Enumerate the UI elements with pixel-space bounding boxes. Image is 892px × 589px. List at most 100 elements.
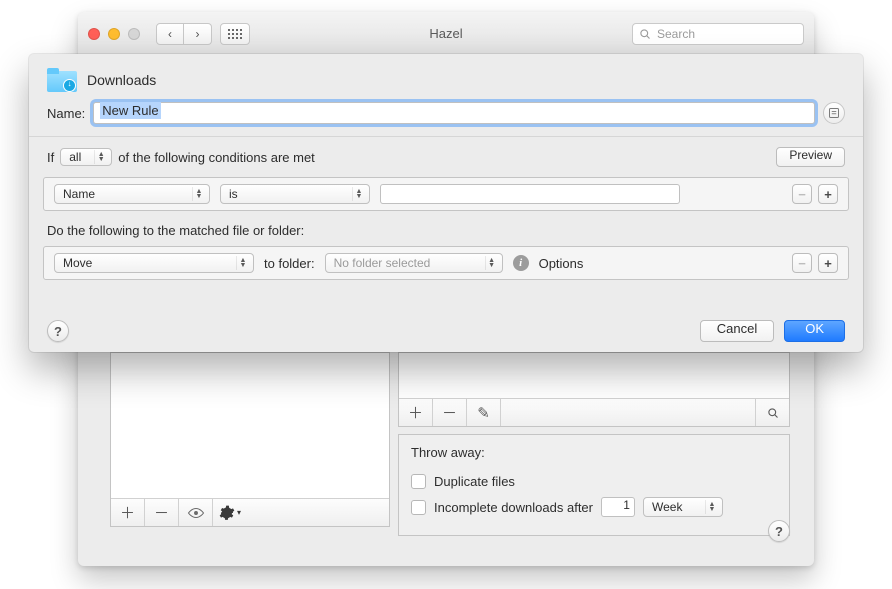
minus-icon: － [154,502,169,523]
stepper-icon: ▲▼ [94,150,107,164]
condition-operator-select[interactable]: is ▲▼ [220,184,370,204]
incomplete-downloads-value[interactable]: 1 [601,497,635,517]
action-destination-value: No folder selected [334,256,431,270]
chevron-down-icon: ▾ [237,508,241,517]
rules-list-footer: ＋ － ✎ [399,398,789,426]
match-scope-value: all [69,150,81,164]
ok-button[interactable]: OK [784,320,845,342]
forward-button[interactable]: › [184,23,212,45]
folder-icon [47,68,77,92]
chevron-left-icon: ‹ [168,27,172,41]
add-action-button[interactable]: + [818,253,838,273]
note-icon [828,107,840,119]
pencil-icon: ✎ [477,404,490,422]
throw-away-panel: Throw away: Duplicate files Incomplete d… [398,434,790,536]
folder-actions-menu[interactable]: ▾ [213,499,247,526]
rule-name-input[interactable]: New Rule [93,102,815,124]
sheet-footer: ? Cancel OK [29,310,863,352]
cancel-button[interactable]: Cancel [700,320,774,342]
remove-rule-button[interactable]: － [433,399,467,426]
action-verb-value: Move [63,256,92,270]
plus-icon: ＋ [408,402,423,423]
sheet-help-button[interactable]: ? [47,320,69,342]
minus-icon: － [442,402,457,423]
duplicate-files-label: Duplicate files [434,474,515,489]
action-row: Move ▲▼ to folder: No folder selected ▲▼… [43,246,849,280]
gear-icon [219,505,235,521]
question-icon: ? [775,524,783,539]
search-placeholder: Search [657,27,695,41]
if-suffix-label: of the following conditions are met [118,150,315,165]
remove-action-button[interactable]: − [792,253,812,273]
action-destination-select[interactable]: No folder selected ▲▼ [325,253,503,273]
chevron-right-icon: › [196,27,200,41]
ok-label: OK [805,321,824,336]
stepper-icon: ▲▼ [352,187,365,201]
condition-operator-value: is [229,187,238,201]
grid-icon [228,29,242,39]
remove-condition-button[interactable]: − [792,184,812,204]
eye-icon [187,507,205,519]
info-icon: i [513,255,529,271]
sheet-folder-name: Downloads [87,72,156,88]
rule-name-value: New Rule [100,102,160,119]
condition-value-input[interactable] [380,184,680,204]
search-icon [767,407,779,419]
actions-header-label: Do the following to the matched file or … [29,211,863,246]
minus-icon: − [798,256,806,271]
minus-icon: − [798,187,806,202]
conditions-header-row: If all ▲▼ of the following conditions ar… [29,137,863,177]
download-badge-icon [64,80,75,91]
duplicate-files-checkbox[interactable] [411,474,426,489]
action-verb-select[interactable]: Move ▲▼ [54,253,254,273]
stepper-icon: ▲▼ [236,256,249,270]
folders-list[interactable]: ＋ － ▾ [110,352,390,527]
show-all-button[interactable] [220,23,250,45]
add-condition-button[interactable]: + [818,184,838,204]
throw-away-heading: Throw away: [411,445,777,460]
add-rule-button[interactable]: ＋ [399,399,433,426]
if-label: If [47,150,54,165]
action-options-button[interactable]: Options [539,256,584,271]
preview-label: Preview [789,148,832,162]
remove-folder-button[interactable]: － [145,499,179,526]
stepper-icon: ▲▼ [485,256,498,270]
cancel-label: Cancel [717,321,757,336]
nav-buttons: ‹ › [156,23,212,45]
minimize-window-button[interactable] [108,28,120,40]
condition-attribute-select[interactable]: Name ▲▼ [54,184,210,204]
add-folder-button[interactable]: ＋ [111,499,145,526]
rules-list[interactable]: ＋ － ✎ [398,352,790,427]
rule-editor-sheet: Downloads Name: New Rule If all ▲▼ of th… [29,54,863,352]
condition-row: Name ▲▼ is ▲▼ − + [43,177,849,211]
zoom-window-button[interactable] [128,28,140,40]
titlebar: ‹ › Hazel Search [78,12,814,56]
search-icon [639,28,651,40]
preview-folder-button[interactable] [179,499,213,526]
plus-icon: + [824,256,832,271]
edit-rule-button[interactable]: ✎ [467,399,501,426]
preview-button[interactable]: Preview [776,147,845,167]
condition-attribute-value: Name [63,187,95,201]
rule-name-row: Name: New Rule [29,102,863,136]
match-scope-select[interactable]: all ▲▼ [60,148,112,166]
rule-notes-button[interactable] [823,102,845,124]
back-button[interactable]: ‹ [156,23,184,45]
question-icon: ? [54,324,62,339]
incomplete-downloads-label: Incomplete downloads after [434,500,593,515]
close-window-button[interactable] [88,28,100,40]
sheet-header: Downloads [29,54,863,102]
action-to-label: to folder: [264,256,315,271]
stepper-icon: ▲▼ [192,187,205,201]
rule-name-label: Name: [47,106,85,121]
folders-list-footer: ＋ － ▾ [111,498,389,526]
window-controls [88,28,140,40]
incomplete-downloads-unit-select[interactable]: Week ▲▼ [643,497,723,517]
help-button[interactable]: ? [768,520,790,542]
incomplete-downloads-checkbox[interactable] [411,500,426,515]
unit-value: Week [652,500,682,514]
plus-icon: + [824,187,832,202]
toolbar-search-field[interactable]: Search [632,23,804,45]
plus-icon: ＋ [120,502,135,523]
filter-rules-button[interactable] [755,399,789,426]
